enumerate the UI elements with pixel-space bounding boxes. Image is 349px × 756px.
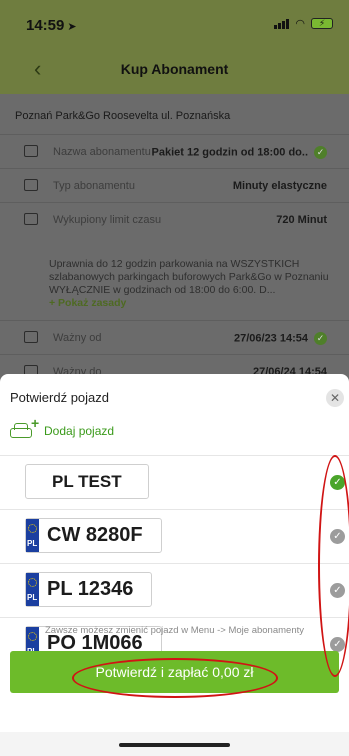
vehicle-row[interactable]: PL TEST ✓ — [0, 455, 349, 509]
home-indicator[interactable] — [119, 743, 230, 747]
plate-number: PL 12346 — [47, 578, 134, 600]
car-icon: + — [10, 415, 39, 440]
annotation-oval-button — [72, 658, 278, 698]
detail-label: Ważny od — [53, 332, 102, 344]
license-plate: PL PL 12346 — [25, 572, 153, 607]
parking-location: Poznań Park&Go Roosevelta ul. Poznańska — [15, 110, 231, 122]
detail-row-type: Typ abonamentu Minuty elastyczne — [0, 168, 349, 202]
add-vehicle-label: Dodaj pojazd — [44, 424, 115, 438]
license-plate: PL TEST — [25, 464, 149, 499]
check-icon: ✓ — [314, 332, 327, 345]
page-title: Kup Abonament — [120, 61, 229, 77]
nav-bar: ‹ Kup Abonament — [0, 44, 349, 94]
close-icon[interactable]: ✕ — [326, 389, 344, 407]
hint-text: Zawsze możesz zmienić pojazd w Menu -> M… — [45, 625, 304, 636]
plate-number: PL TEST — [52, 472, 122, 491]
detail-label: Nazwa abonamentu — [53, 146, 151, 158]
calendar-icon — [24, 331, 38, 343]
subscription-description: Uprawnia do 12 godzin parkowania na WSZY… — [49, 258, 329, 309]
vehicle-row[interactable]: PL CW 8280F ✓ — [0, 509, 349, 563]
show-rules-link[interactable]: + Pokaż zasady — [49, 297, 126, 309]
annotation-oval-checkmarks — [318, 455, 349, 677]
detail-value: 27/06/23 14:54 ✓ — [234, 332, 327, 345]
status-time: 14:59 ➤ — [26, 17, 77, 34]
detail-row-valid-from: Ważny od 27/06/23 14:54 ✓ — [0, 320, 349, 354]
wifi-icon: ◠ — [295, 18, 305, 30]
detail-row-limit: Wykupiony limit czasu 720 Minut — [0, 202, 349, 236]
detail-value: Pakiet 12 godzin od 18:00 do.. ✓ — [152, 146, 327, 159]
card-icon — [24, 179, 38, 191]
status-icons: ◠ ⚡ — [274, 17, 333, 30]
plate-number: CW 8280F — [47, 524, 143, 546]
subscription-details: Poznań Park&Go Roosevelta ul. Poznańska … — [0, 94, 349, 384]
detail-value: 720 Minut — [276, 214, 327, 226]
eu-flag-icon: PL — [26, 519, 39, 552]
home-indicator-area — [0, 732, 349, 756]
signal-icon — [274, 18, 290, 29]
license-plate: PL CW 8280F — [25, 518, 162, 553]
sheet-title: Potwierdź pojazd — [10, 390, 109, 405]
battery-charging-icon: ⚡ — [311, 18, 333, 29]
detail-label: Typ abonamentu — [53, 180, 135, 192]
status-bar: 14:59 ➤ ◠ ⚡ — [0, 0, 349, 44]
check-icon: ✓ — [314, 146, 327, 159]
id-card-icon — [24, 145, 38, 157]
detail-value: Minuty elastyczne — [232, 180, 327, 192]
vehicle-row[interactable]: PL PL 12346 ✓ — [0, 563, 349, 617]
location-arrow-icon: ➤ — [67, 21, 77, 33]
eu-flag-icon: PL — [26, 573, 39, 606]
add-vehicle-button[interactable]: + Dodaj pojazd — [10, 415, 115, 446]
detail-label: Wykupiony limit czasu — [53, 214, 162, 226]
detail-row-name: Nazwa abonamentu Pakiet 12 godzin od 18:… — [0, 134, 349, 168]
hourglass-icon — [24, 213, 38, 225]
